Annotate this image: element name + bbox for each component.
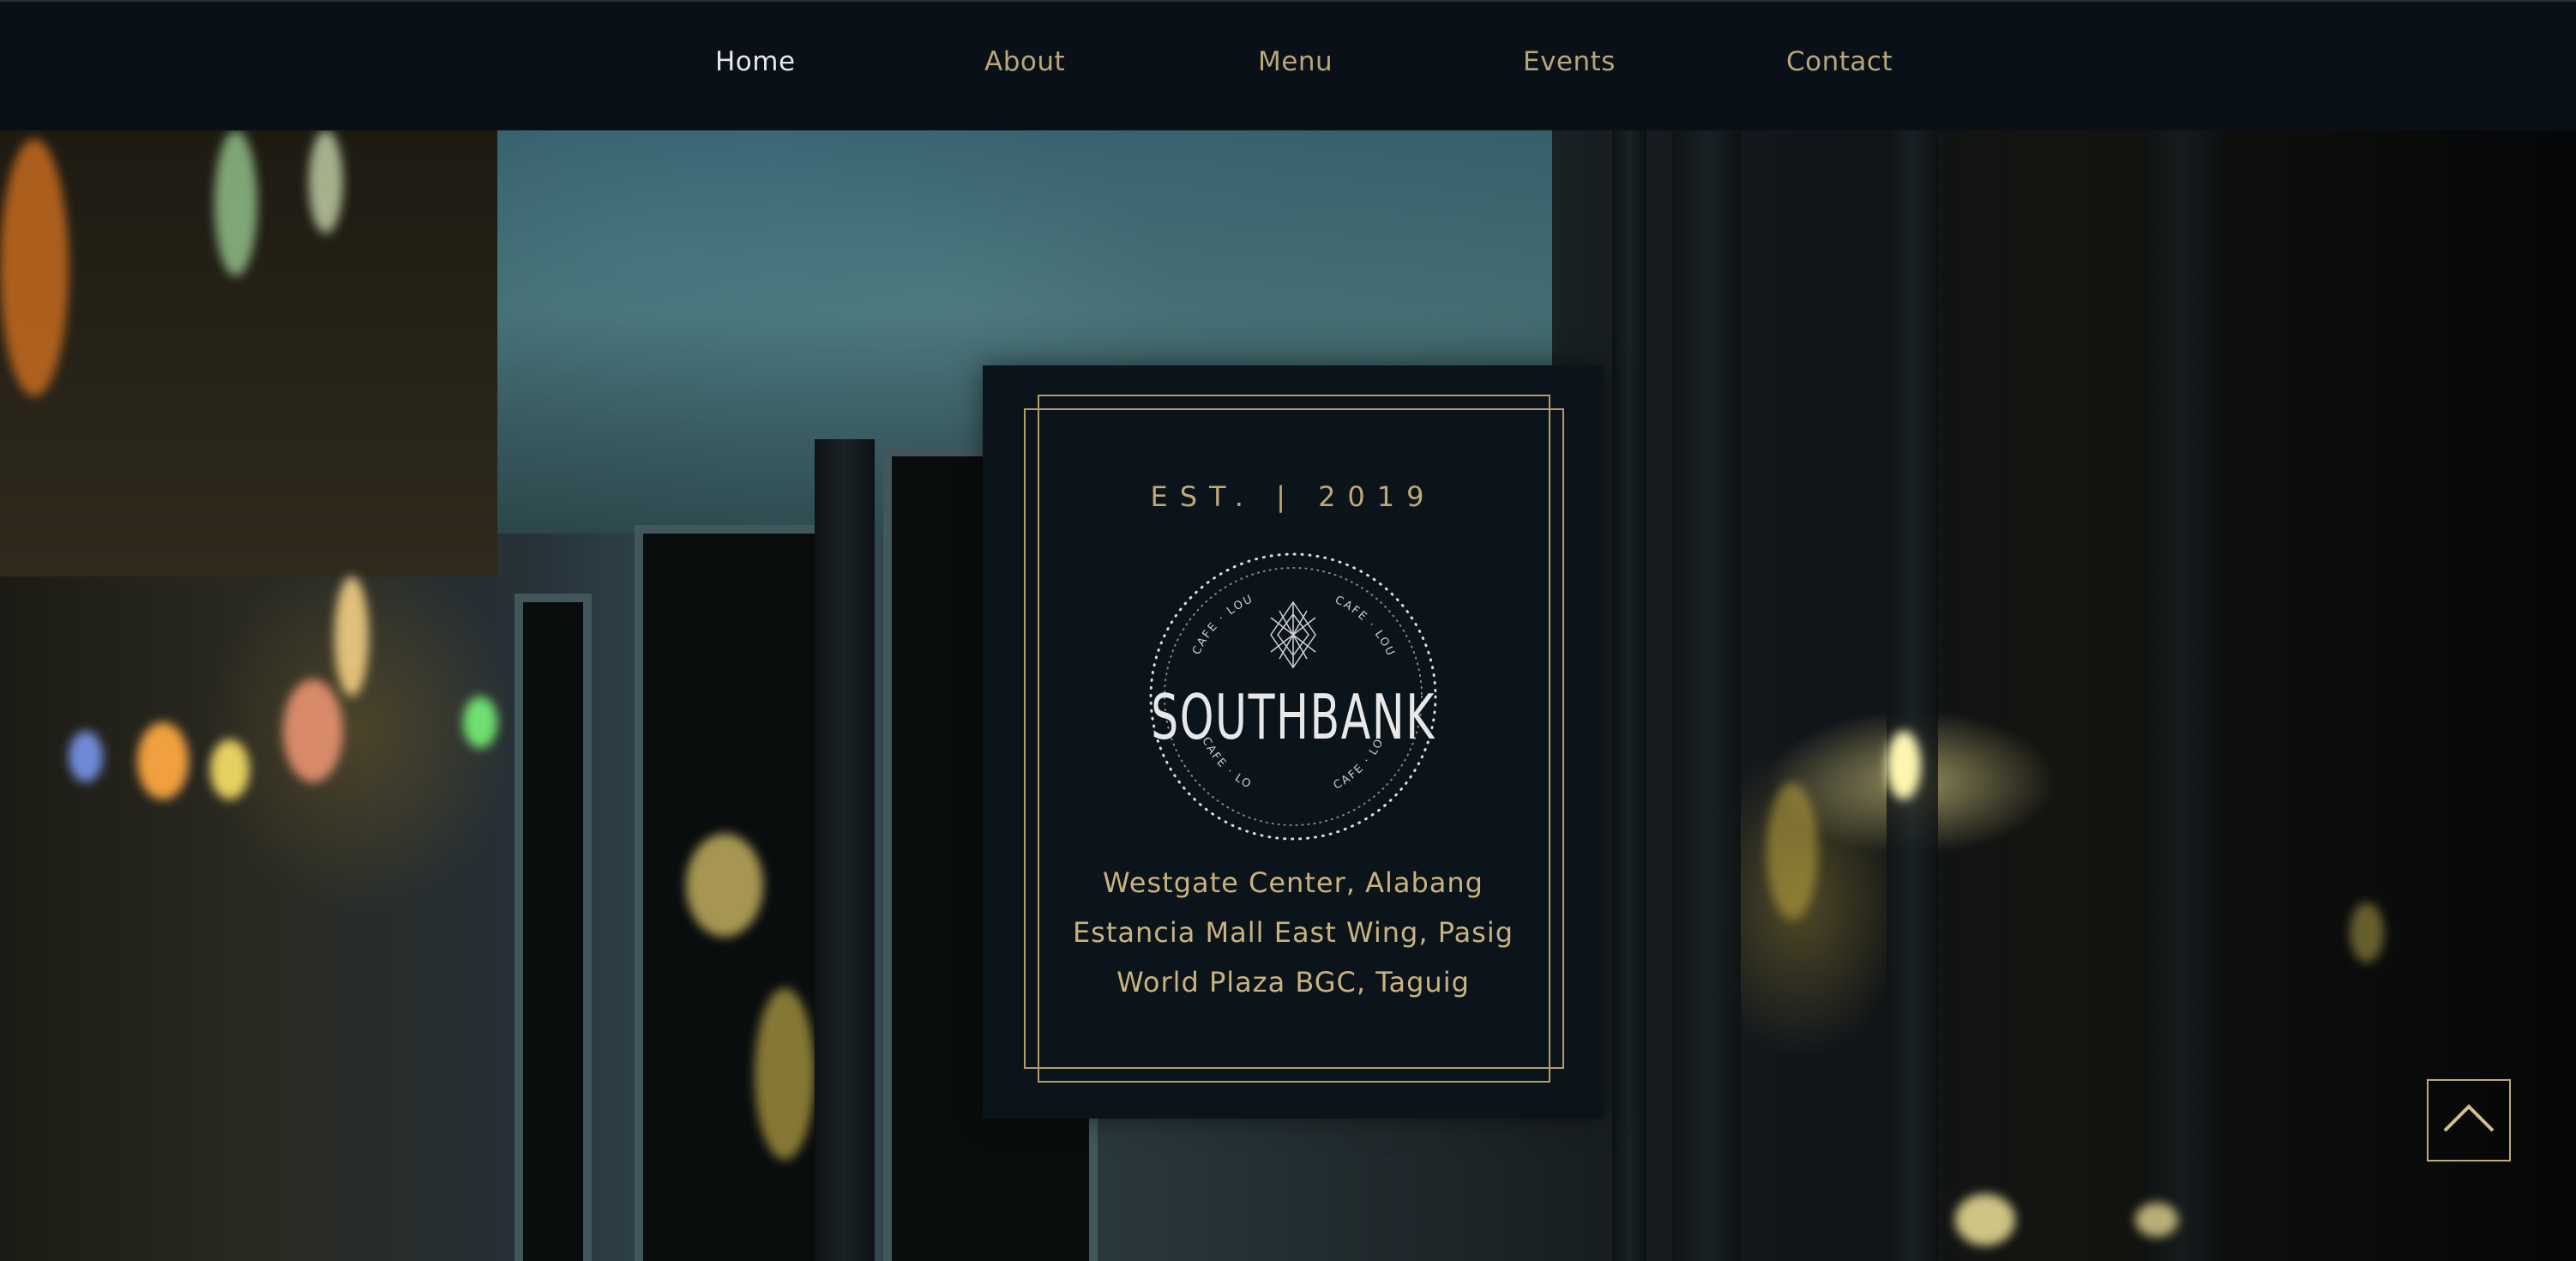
nav-home[interactable]: Home (715, 46, 796, 77)
top-navigation-bar: Home About Menu Events Contact (0, 0, 2576, 130)
location-estancia: Estancia Mall East Wing, Pasig (1072, 916, 1514, 949)
svg-text:CAFE · LOUNGE: CAFE · LOUNGE (1142, 546, 1255, 792)
location-westgate: Westgate Center, Alabang (1103, 866, 1484, 899)
nav-menu[interactable]: Menu (1258, 46, 1333, 77)
svg-text:CAFE · LOUNGE: CAFE · LOUNGE (1142, 546, 1255, 657)
location-card: EST. | 2019 CAFE · LOUNGE CAFE · LOUNGE … (983, 365, 1604, 1119)
badge-text-bl: CAFE · LOUNGE (1142, 546, 1253, 792)
chevron-up-icon (2443, 1104, 2495, 1132)
diamond-emblem-icon (1270, 600, 1316, 669)
established-year: EST. | 2019 (1150, 480, 1436, 513)
badge-text-tr: CAFE · LOUNGE (1142, 546, 1395, 659)
svg-text:CAFE · LOUNGE: CAFE · LOUNGE (1142, 546, 1397, 659)
nav-contact[interactable]: Contact (1786, 46, 1893, 77)
brand-name: SOUTHBANK (1151, 681, 1435, 753)
badge-text-tl: CAFE · LOUNGE (1142, 546, 1254, 657)
nav-about[interactable]: About (984, 46, 1065, 77)
nav-events[interactable]: Events (1523, 46, 1616, 77)
location-world-plaza: World Plaza BGC, Taguig (1116, 966, 1470, 999)
scroll-to-top-button[interactable] (2427, 1079, 2511, 1161)
